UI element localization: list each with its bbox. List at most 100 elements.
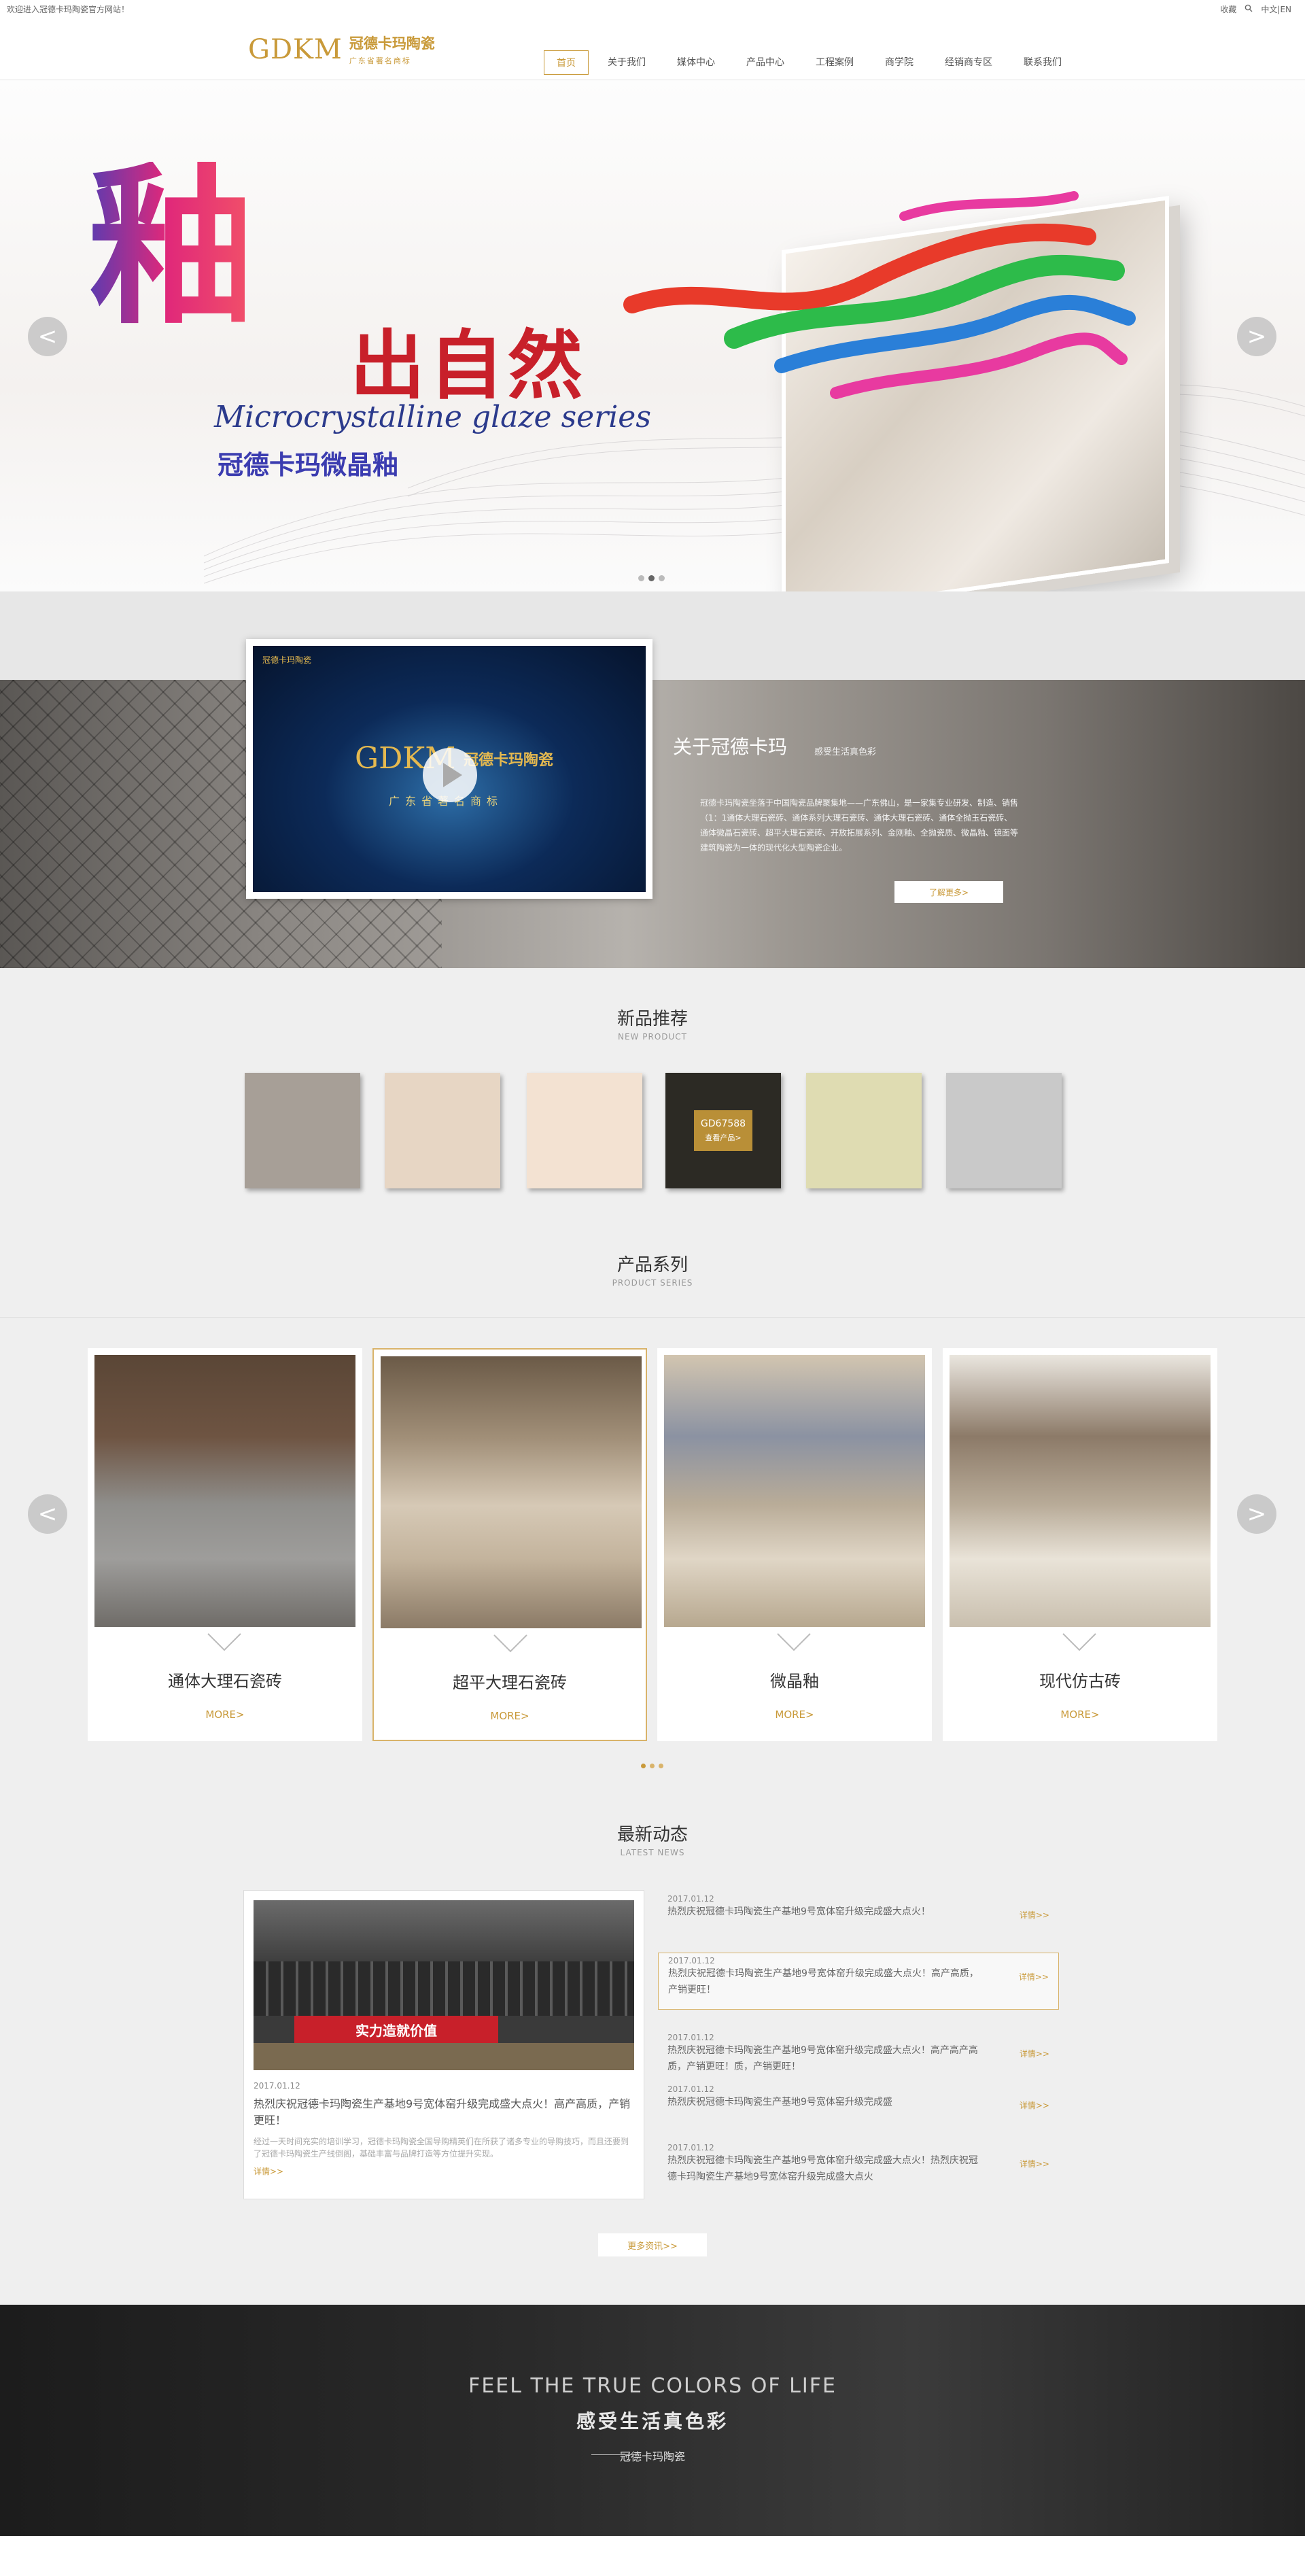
news-list-item[interactable]: 2017.01.12 热烈庆祝冠德卡玛陶瓷生产基地9号宽体窑升级完成盛大点火！热… <box>658 2140 1059 2188</box>
welcome-text: 欢迎进入冠德卡玛陶瓷官方网站！ <box>7 5 130 14</box>
footer-brand-text: 冠德卡玛陶瓷 <box>619 2450 685 2463</box>
news-item-title[interactable]: 热烈庆祝冠德卡玛陶瓷生产基地9号宽体窑升级完成盛大点火！ <box>667 1904 987 1920</box>
series-prev-button[interactable]: < <box>28 1494 67 1534</box>
paint-splash-image <box>623 191 1136 399</box>
favorite-link[interactable]: 收藏 <box>1220 3 1236 15</box>
news-item-title[interactable]: 热烈庆祝冠德卡玛陶瓷生产基地9号宽体窑升级完成盛 <box>667 2094 987 2110</box>
banner-next-button[interactable]: > <box>1237 317 1276 356</box>
series-card[interactable]: 现代仿古砖 MORE> <box>943 1348 1217 1741</box>
news-item-more[interactable]: 详情>> <box>1020 2158 1049 2169</box>
nav-about[interactable]: 关于我们 <box>595 50 658 75</box>
news-list-item[interactable]: 2017.01.12 热烈庆祝冠德卡玛陶瓷生产基地9号宽体窑升级完成盛大点火！ … <box>658 1891 1059 1923</box>
series-card-more[interactable]: MORE> <box>943 1708 1217 1721</box>
lang-cn-link[interactable]: 中文 <box>1261 5 1277 14</box>
news-image-factory: 实力造就价值 <box>254 1900 634 2070</box>
news-date: 2017.01.12 <box>667 1894 714 1904</box>
new-product-tile[interactable] <box>806 1073 922 1188</box>
series-card-more[interactable]: MORE> <box>88 1708 362 1721</box>
nav-dealers[interactable]: 经销商专区 <box>933 50 1005 75</box>
main-nav: 首页 关于我们 媒体中心 产品中心 工程案例 商学院 经销商专区 联系我们 <box>544 50 1081 75</box>
footer-brand: 冠德卡玛陶瓷 <box>0 2448 1305 2464</box>
top-bar: 欢迎进入冠德卡玛陶瓷官方网站！ 收藏 中文|EN <box>0 0 1305 18</box>
video-mini-logo: 冠德卡玛陶瓷 <box>262 655 312 665</box>
featured-news-desc: 经过一天时间充实的培训学习，冠德卡玛陶瓷全国导购精英们在所获了诸多专业的导购技巧… <box>254 2137 629 2159</box>
banner-dot[interactable] <box>659 575 665 581</box>
footer-banner: FEEL THE TRUE COLORS OF LIFE 感受生活真色彩 冠德卡… <box>0 2305 1305 2536</box>
nav-products[interactable]: 产品中心 <box>734 50 797 75</box>
new-products-title: 新品推荐 <box>616 1009 688 1029</box>
banner-prev-button[interactable]: < <box>28 317 67 356</box>
series-card[interactable]: 通体大理石瓷砖 MORE> <box>88 1348 362 1741</box>
featured-news-more[interactable]: 详情>> <box>254 2165 634 2177</box>
new-product-tile[interactable] <box>245 1073 360 1188</box>
chevron-down-icon <box>493 1634 527 1653</box>
banner-dots <box>638 575 665 581</box>
play-icon[interactable] <box>423 748 477 802</box>
search-icon[interactable] <box>1245 4 1253 14</box>
news-en: LATEST NEWS <box>620 1848 685 1857</box>
bottom-strip <box>0 2536 1305 2576</box>
banner-dot[interactable] <box>638 575 644 581</box>
series-divider <box>0 1317 1305 1318</box>
more-news-button[interactable]: 更多资讯>> <box>598 2233 707 2256</box>
about-more-button[interactable]: 了解更多> <box>894 881 1003 903</box>
news-item-more[interactable]: 详情>> <box>1019 1971 1049 1982</box>
lang-en-link[interactable]: EN <box>1280 5 1291 14</box>
news-date: 2017.01.12 <box>667 2143 714 2152</box>
nav-cases[interactable]: 工程案例 <box>803 50 866 75</box>
nav-media[interactable]: 媒体中心 <box>665 50 727 75</box>
new-product-tile[interactable] <box>946 1073 1062 1188</box>
site-logo[interactable]: GDKM 冠德卡玛陶瓷 广东省著名商标 <box>248 33 435 66</box>
series-dot[interactable] <box>659 1764 663 1768</box>
product-code-overlay[interactable]: GD67588 查看产品> <box>694 1110 752 1151</box>
series-card-more[interactable]: MORE> <box>657 1708 932 1721</box>
nav-home[interactable]: 首页 <box>544 50 589 75</box>
series-card-name: 现代仿古砖 <box>1039 1672 1121 1691</box>
site-header: GDKM 冠德卡玛陶瓷 广东省著名商标 首页 关于我们 媒体中心 产品中心 工程… <box>0 18 1305 80</box>
news-item-more[interactable]: 详情>> <box>1020 2099 1049 2111</box>
about-section-bg <box>0 591 1305 680</box>
news-date: 2017.01.12 <box>668 1956 715 1965</box>
new-product-tile[interactable] <box>385 1073 500 1188</box>
new-products-en: NEW PRODUCT <box>618 1032 687 1042</box>
footer-english-slogan: FEEL THE TRUE COLORS OF LIFE <box>468 2374 837 2398</box>
featured-news[interactable]: 实力造就价值 2017.01.12 热烈庆祝冠德卡玛陶瓷生产基地9号宽体窑升级完… <box>243 1890 644 2199</box>
news-item-more[interactable]: 详情>> <box>1020 2048 1049 2059</box>
new-product-tile[interactable] <box>527 1073 642 1188</box>
footer-brand-line <box>591 2454 639 2455</box>
video-screen[interactable]: 冠德卡玛陶瓷 GDKM 冠德卡玛陶瓷 广东省著名商标 <box>253 646 646 892</box>
about-title: 关于冠德卡玛 <box>673 736 788 758</box>
footer-chinese-slogan: 感受生活真色彩 <box>576 2410 729 2433</box>
series-card-more[interactable]: MORE> <box>374 1710 646 1722</box>
new-product-tile-highlight[interactable]: GD67588 查看产品> <box>665 1073 781 1188</box>
nav-academy[interactable]: 商学院 <box>873 50 926 75</box>
series-dots <box>641 1764 663 1768</box>
product-view-link[interactable]: 查看产品> <box>705 1132 741 1143</box>
series-card-selected[interactable]: 超平大理石瓷砖 MORE> <box>372 1348 647 1741</box>
about-video[interactable]: 冠德卡玛陶瓷 GDKM 冠德卡玛陶瓷 广东省著名商标 <box>246 639 652 899</box>
series-dot-active[interactable] <box>641 1764 646 1768</box>
news-item-title[interactable]: 热烈庆祝冠德卡玛陶瓷生产基地9号宽体窑升级完成盛大点火！高产高质，产销更旺！ <box>668 1965 988 1998</box>
about-tagline: 感受生活真色彩 <box>814 747 877 757</box>
chevron-down-icon <box>1062 1633 1096 1651</box>
banner-dot-active[interactable] <box>648 575 655 581</box>
news-list-item-highlight[interactable]: 2017.01.12 热烈庆祝冠德卡玛陶瓷生产基地9号宽体窑升级完成盛大点火！高… <box>658 1953 1059 2010</box>
news-item-title[interactable]: 热烈庆祝冠德卡玛陶瓷生产基地9号宽体窑升级完成盛大点火！热烈庆祝冠德卡玛陶瓷生产… <box>667 2152 987 2185</box>
logo-sub: 广东省著名商标 <box>349 56 411 65</box>
series-image-lounge <box>950 1355 1211 1627</box>
news-list-item[interactable]: 2017.01.12 热烈庆祝冠德卡玛陶瓷生产基地9号宽体窑升级完成盛 详情>> <box>658 2082 1059 2113</box>
series-card-name: 超平大理石瓷砖 <box>453 1673 567 1692</box>
series-next-button[interactable]: > <box>1237 1494 1276 1534</box>
featured-news-title[interactable]: 热烈庆祝冠德卡玛陶瓷生产基地9号宽体窑升级完成盛大点火！高产高质，产销更旺！ <box>254 2096 634 2129</box>
news-item-title[interactable]: 热烈庆祝冠德卡玛陶瓷生产基地9号宽体窑升级完成盛大点火！高产高产高质，产销更旺！… <box>667 2042 987 2075</box>
news-item-more[interactable]: 详情>> <box>1020 1909 1049 1921</box>
featured-news-date: 2017.01.12 <box>254 2081 300 2091</box>
logo-mark: GDKM <box>248 33 343 65</box>
news-list-item[interactable]: 2017.01.12 热烈庆祝冠德卡玛陶瓷生产基地9号宽体窑升级完成盛大点火！高… <box>658 2030 1059 2078</box>
series-dot[interactable] <box>650 1764 655 1768</box>
series-card[interactable]: 微晶釉 MORE> <box>657 1348 932 1741</box>
news-title: 最新动态 <box>616 1825 688 1845</box>
nav-contact[interactable]: 联系我们 <box>1011 50 1074 75</box>
series-card-name: 微晶釉 <box>770 1672 819 1691</box>
news-date: 2017.01.12 <box>667 2084 714 2094</box>
